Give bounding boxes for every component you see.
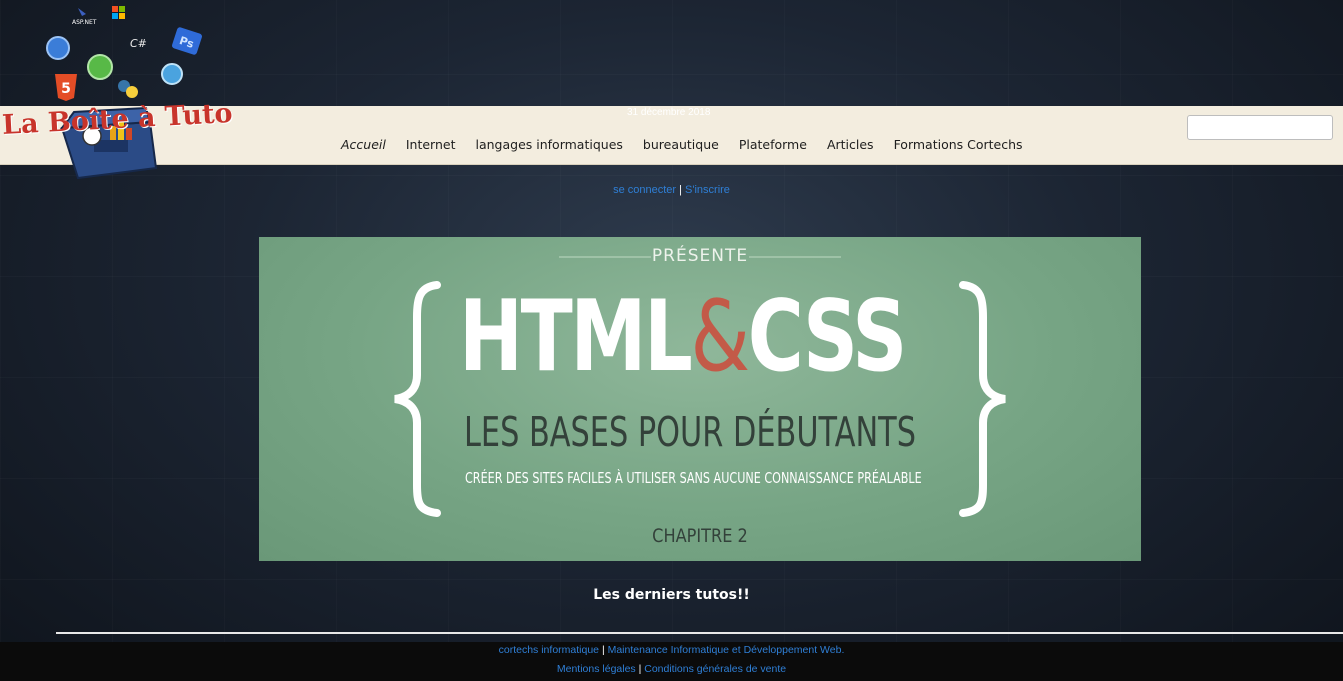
current-date: 31 décembre 2018 [627, 107, 711, 118]
banner-subtitle: LES BASES POUR DÉBUTANTS [464, 408, 916, 456]
main-menu: Accueil Internet langages informatiques … [341, 137, 1043, 152]
login-link[interactable]: se connecter [613, 184, 676, 196]
search-input[interactable] [1187, 115, 1333, 140]
footer-tagline-link[interactable]: Maintenance Informatique et Développemen… [608, 644, 845, 656]
footer-separator-1: | [601, 644, 605, 656]
svg-text:C#: C# [130, 37, 147, 50]
nav-item-formations-cortechs[interactable]: Formations Cortechs [894, 137, 1023, 152]
nav-item-internet[interactable]: Internet [406, 137, 456, 152]
register-link[interactable]: S'inscrire [685, 184, 730, 196]
latest-tutos-heading: Les derniers tutos!! [593, 587, 750, 603]
nav-item-articles[interactable]: Articles [827, 137, 874, 152]
nav-item-plateforme[interactable]: Plateforme [739, 137, 807, 152]
banner-presente: PRÉSENTE [651, 246, 749, 266]
site-logo[interactable]: 5 Ps C# ASP.NET La Boîte à Tuto [0, 0, 240, 185]
logo-graphic: 5 Ps C# ASP.NET [46, 6, 202, 180]
banner-chapter: CHAPITRE 2 [652, 525, 748, 547]
nav-item-langages-informatiques[interactable]: langages informatiques [476, 137, 623, 152]
nav-item-accueil[interactable]: Accueil [341, 137, 386, 152]
banner-title-amp: & [690, 280, 751, 394]
banner-title: HTML&CSS [459, 280, 908, 394]
auth-separator: | [679, 184, 682, 196]
footer-company-link[interactable]: cortechs informatique [499, 644, 599, 656]
left-brace-icon [394, 281, 441, 517]
terms-of-sale-link[interactable]: Conditions générales de vente [644, 663, 786, 675]
nav-item-bureautique[interactable]: bureautique [643, 137, 719, 152]
course-banner[interactable]: PRÉSENTE HTML&CSS LES BASES POUR DÉBUTAN… [259, 237, 1141, 561]
svg-text:5: 5 [61, 81, 71, 97]
svg-text:ASP.NET: ASP.NET [72, 19, 97, 26]
banner-tagline: CRÉER DES SITES FACILES À UTILISER SANS … [465, 469, 922, 487]
footer-separator-2: | [638, 663, 642, 675]
footer-line-company: cortechs informatique | Maintenance Info… [0, 644, 1343, 656]
banner-title-css: CSS [747, 280, 908, 394]
right-brace-icon [959, 281, 1006, 517]
footer: cortechs informatique | Maintenance Info… [0, 642, 1343, 681]
auth-links: se connecter | S'inscrire [0, 184, 1343, 196]
banner-title-html: HTML [459, 280, 693, 394]
footer-divider [56, 632, 1343, 634]
legal-notice-link[interactable]: Mentions légales [557, 663, 636, 675]
footer-line-legal: Mentions légales | Conditions générales … [0, 663, 1343, 675]
